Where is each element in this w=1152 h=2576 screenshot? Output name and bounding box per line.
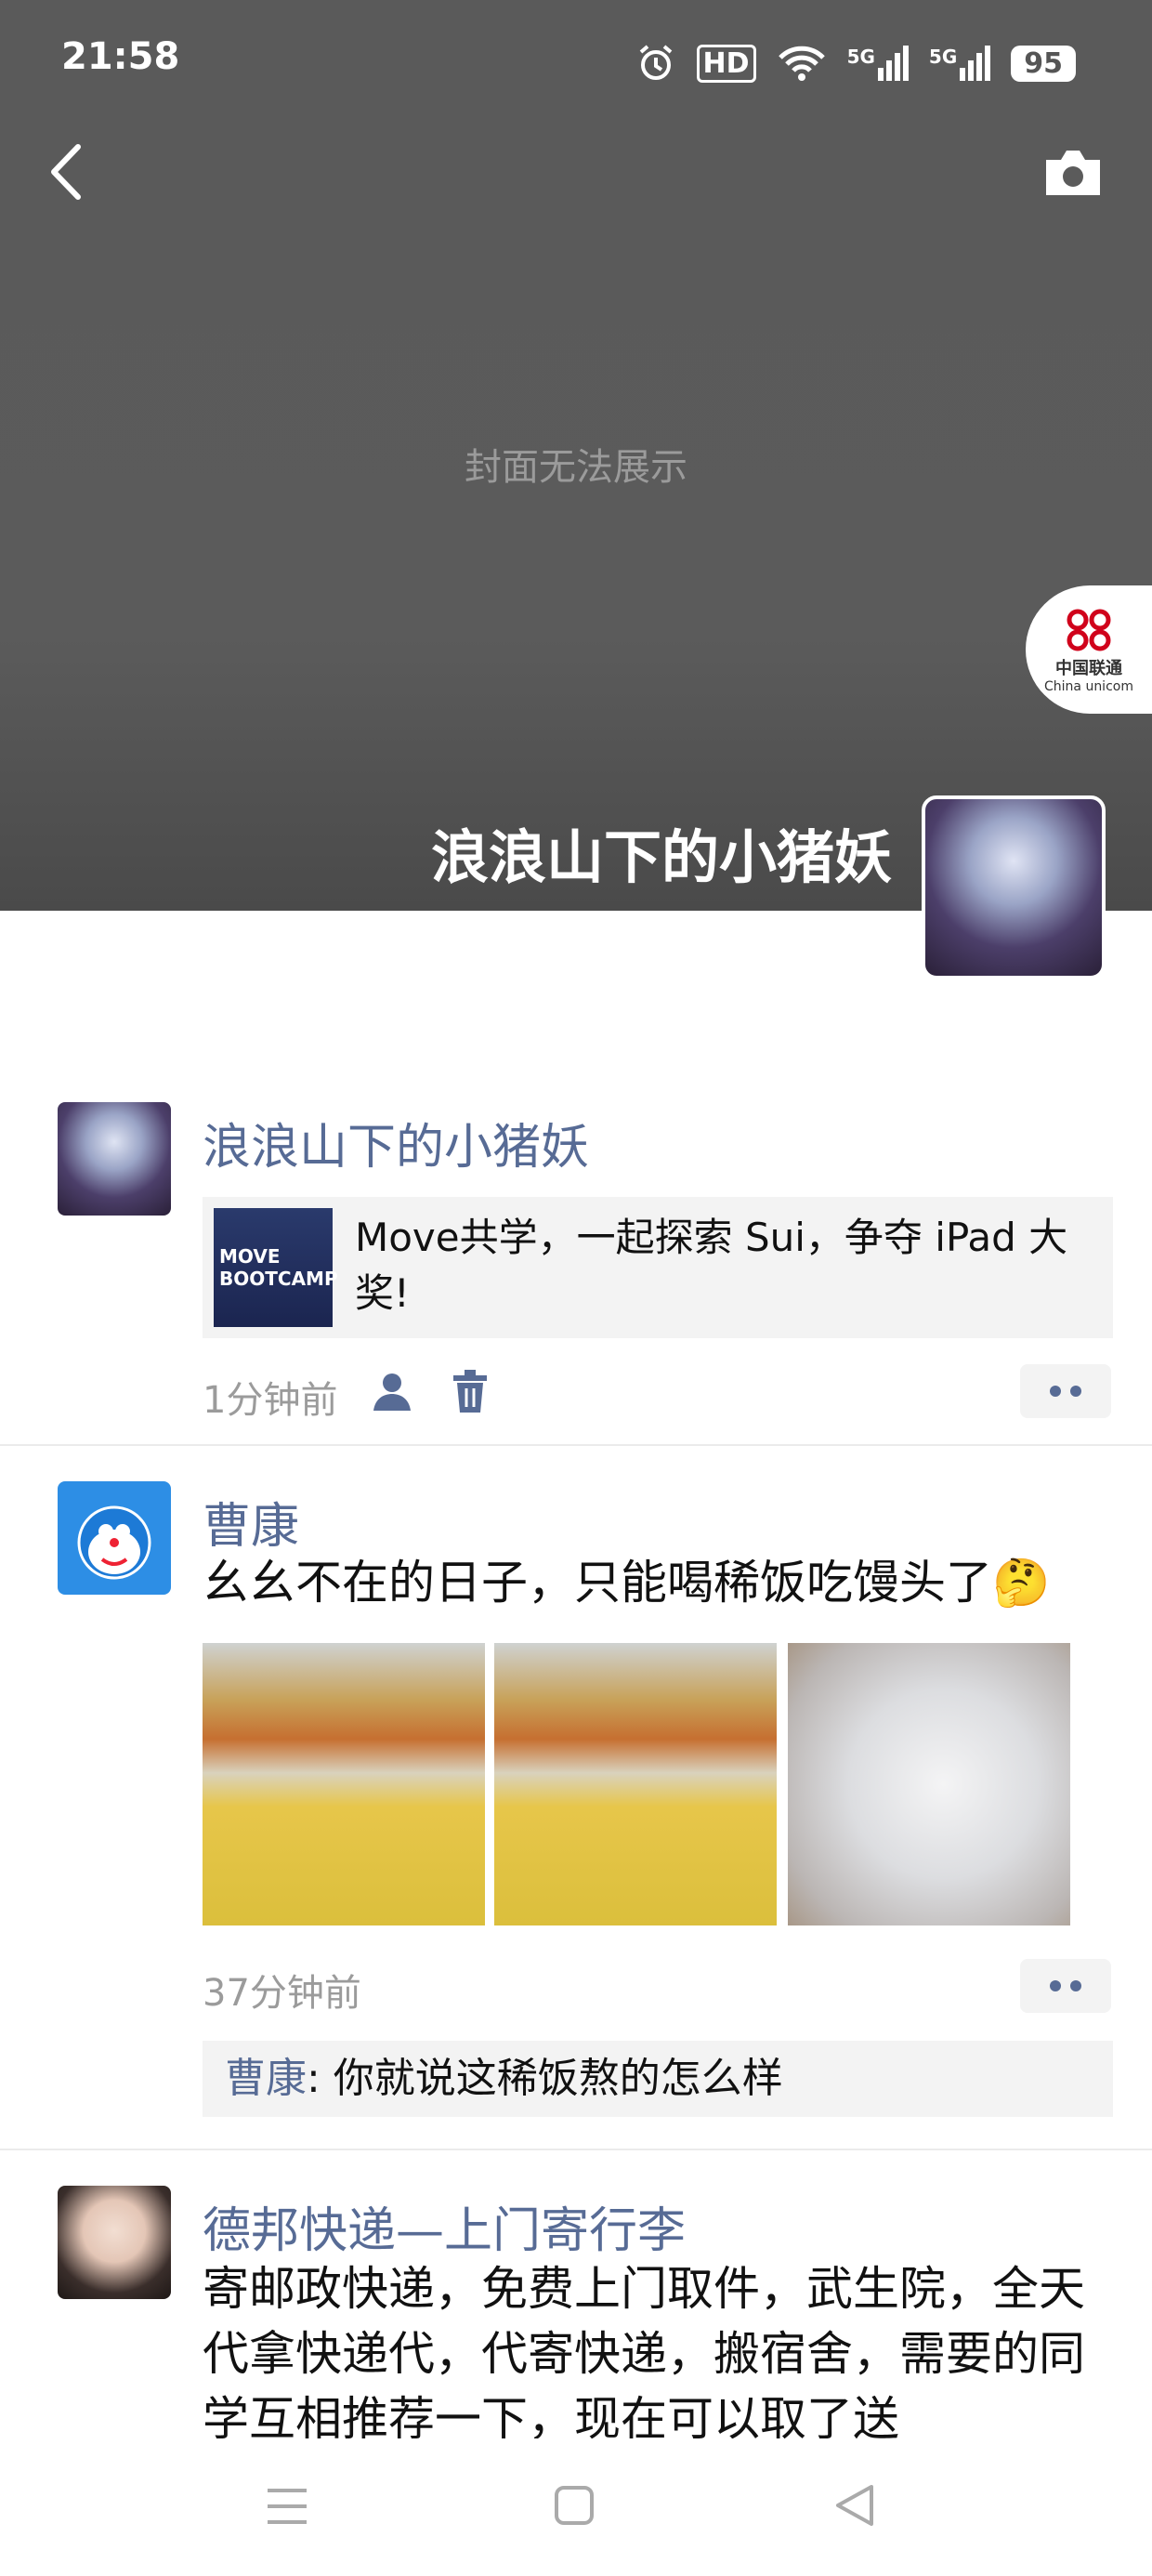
cover-area[interactable]: 21:58 HD 5G 5G 95 封面无法展示 中国联通 China unic… [0,0,1152,911]
post-divider [0,1444,1152,1446]
profile-avatar[interactable] [922,795,1106,979]
dot [1050,1386,1061,1397]
dot [1070,1386,1081,1397]
signal-5g-1: 5G [847,46,909,81]
post-photo[interactable] [788,1643,1070,1925]
doraemon-icon [77,1505,151,1580]
hd-indicator: HD [696,44,756,83]
post-avatar[interactable] [58,1102,171,1216]
person-icon[interactable] [372,1370,416,1414]
post-author[interactable]: 曹康 [203,1487,299,1557]
post-photo[interactable] [203,1643,485,1925]
post-photo[interactable] [494,1643,777,1925]
unicom-name: 中国联通 [1055,659,1122,678]
home-icon[interactable] [554,2485,595,2526]
more-actions-button[interactable] [1020,1959,1111,2013]
comment-author[interactable]: 曹康 [225,2055,307,2102]
post-divider [0,2149,1152,2150]
shared-link-card[interactable]: MOVE BOOTCAMP Move共学，一起探索 Sui，争夺 iPad 大奖… [203,1197,1113,1338]
status-time: 21:58 [61,35,180,78]
post-time: 37分钟前 [203,1972,361,2015]
back-icon[interactable] [41,139,97,204]
dot [1070,1980,1081,1991]
post-time: 1分钟前 [203,1379,338,1422]
trash-icon[interactable] [452,1370,489,1414]
wifi-icon [778,46,825,81]
profile-name[interactable]: 浪浪山下的小猪妖 [431,810,892,894]
shared-link-thumbnail: MOVE BOOTCAMP [214,1208,338,1327]
dot [1050,1980,1061,1991]
shared-link-title: Move共学，一起探索 Sui，争夺 iPad 大奖! [355,1215,1068,1316]
system-nav-bar [0,2438,1152,2576]
camera-icon[interactable] [1042,147,1104,197]
post-avatar[interactable] [58,2186,171,2299]
unicom-name-en: China unicom [1044,679,1133,694]
post-author[interactable]: 浪浪山下的小猪妖 [203,1108,589,1177]
post-avatar[interactable] [58,1481,171,1595]
post-author[interactable]: 德邦快递—上门寄行李 [203,2191,686,2261]
menu-icon[interactable] [266,2487,308,2526]
china-unicom-badge[interactable]: 中国联通 China unicom [1026,585,1152,714]
post-text: 寄邮政快递，免费上门取件，武生院，全天代拿快递代，代寄快递，搬宿舍，需要的同学互… [203,2262,1085,2438]
unicom-logo-icon [1067,609,1111,651]
back-triangle-icon[interactable] [832,2483,875,2528]
more-actions-button[interactable] [1020,1364,1111,1418]
comment-text: : 你就说这稀饭熬的怎么样 [307,2055,783,2102]
post-text: 幺幺不在的日子，只能喝稀饭吃馒头了🤔 [203,1556,1051,1610]
alarm-icon [639,45,672,80]
battery-indicator: 95 [1011,45,1076,82]
cover-placeholder-text: 封面无法展示 [465,446,687,489]
signal-5g-2: 5G [929,46,991,81]
status-icons: HD 5G 5G 95 [635,43,1076,84]
comment-row[interactable]: 曹康: 你就说这稀饭熬的怎么样 [203,2041,1113,2117]
